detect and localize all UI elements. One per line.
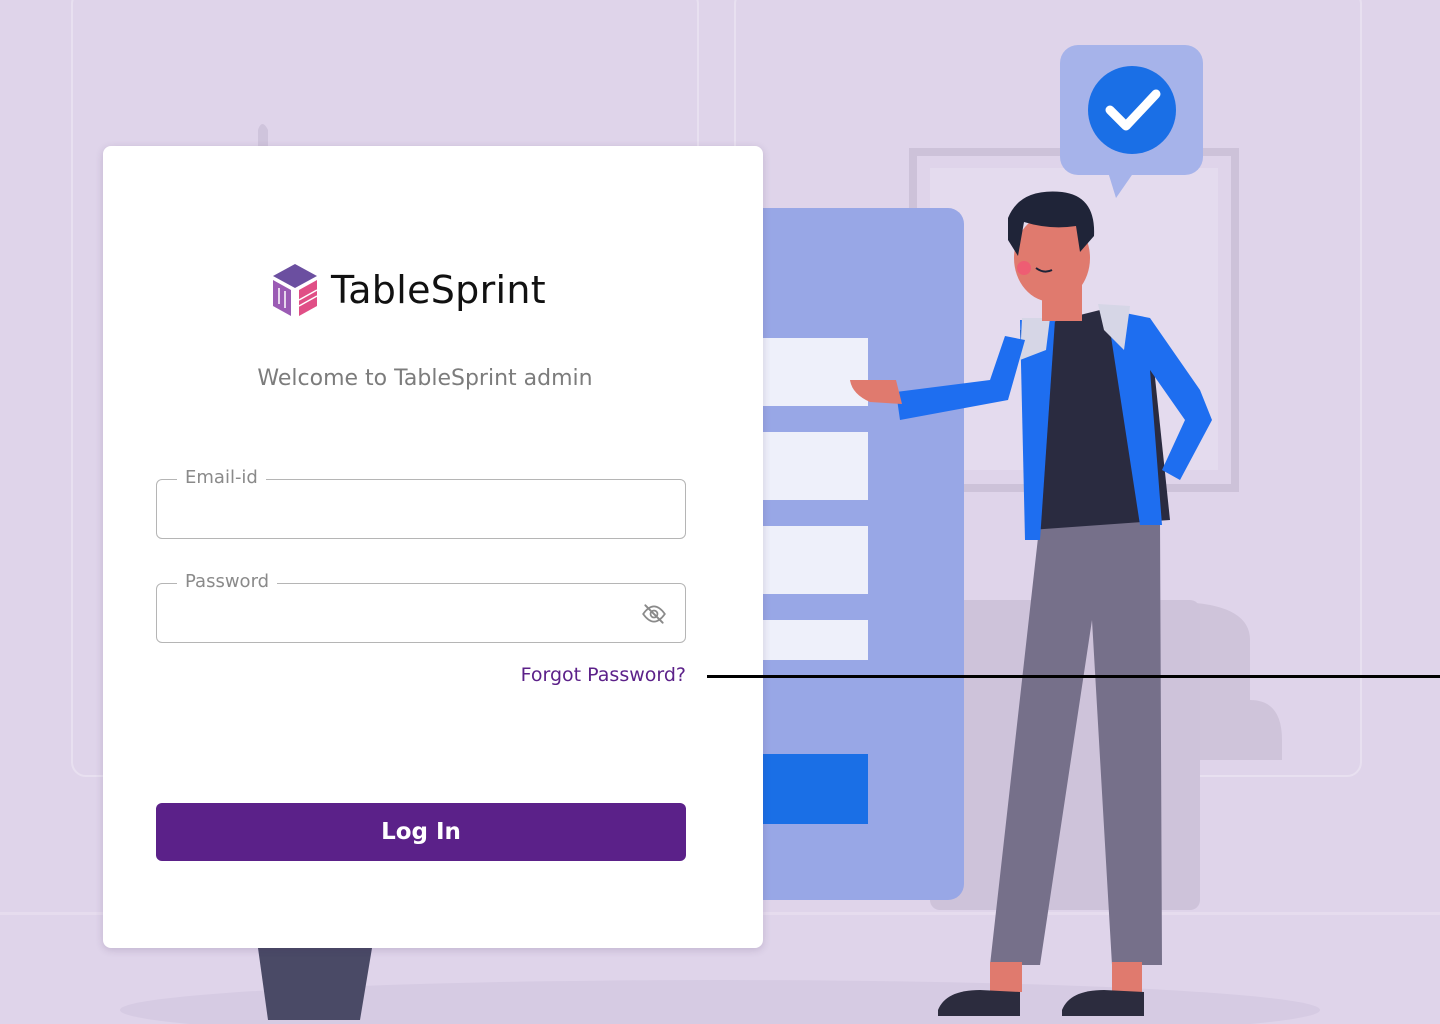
eye-off-icon[interactable] [641, 601, 667, 627]
welcome-text: Welcome to TableSprint admin [257, 366, 593, 391]
password-input[interactable] [157, 584, 685, 642]
email-input[interactable] [157, 480, 685, 538]
brand-logo: TableSprint [269, 262, 546, 318]
brand-name: TableSprint [331, 268, 546, 312]
forgot-password-link[interactable]: Forgot Password? [521, 664, 686, 686]
annotation-pointer-line [707, 675, 1440, 678]
cube-logo-icon [273, 264, 318, 316]
password-field: Password [156, 571, 686, 643]
login-card: TableSprint Welcome to TableSprint admin… [103, 146, 763, 948]
email-field: Email-id [156, 467, 686, 539]
login-button[interactable]: Log In [156, 803, 686, 861]
